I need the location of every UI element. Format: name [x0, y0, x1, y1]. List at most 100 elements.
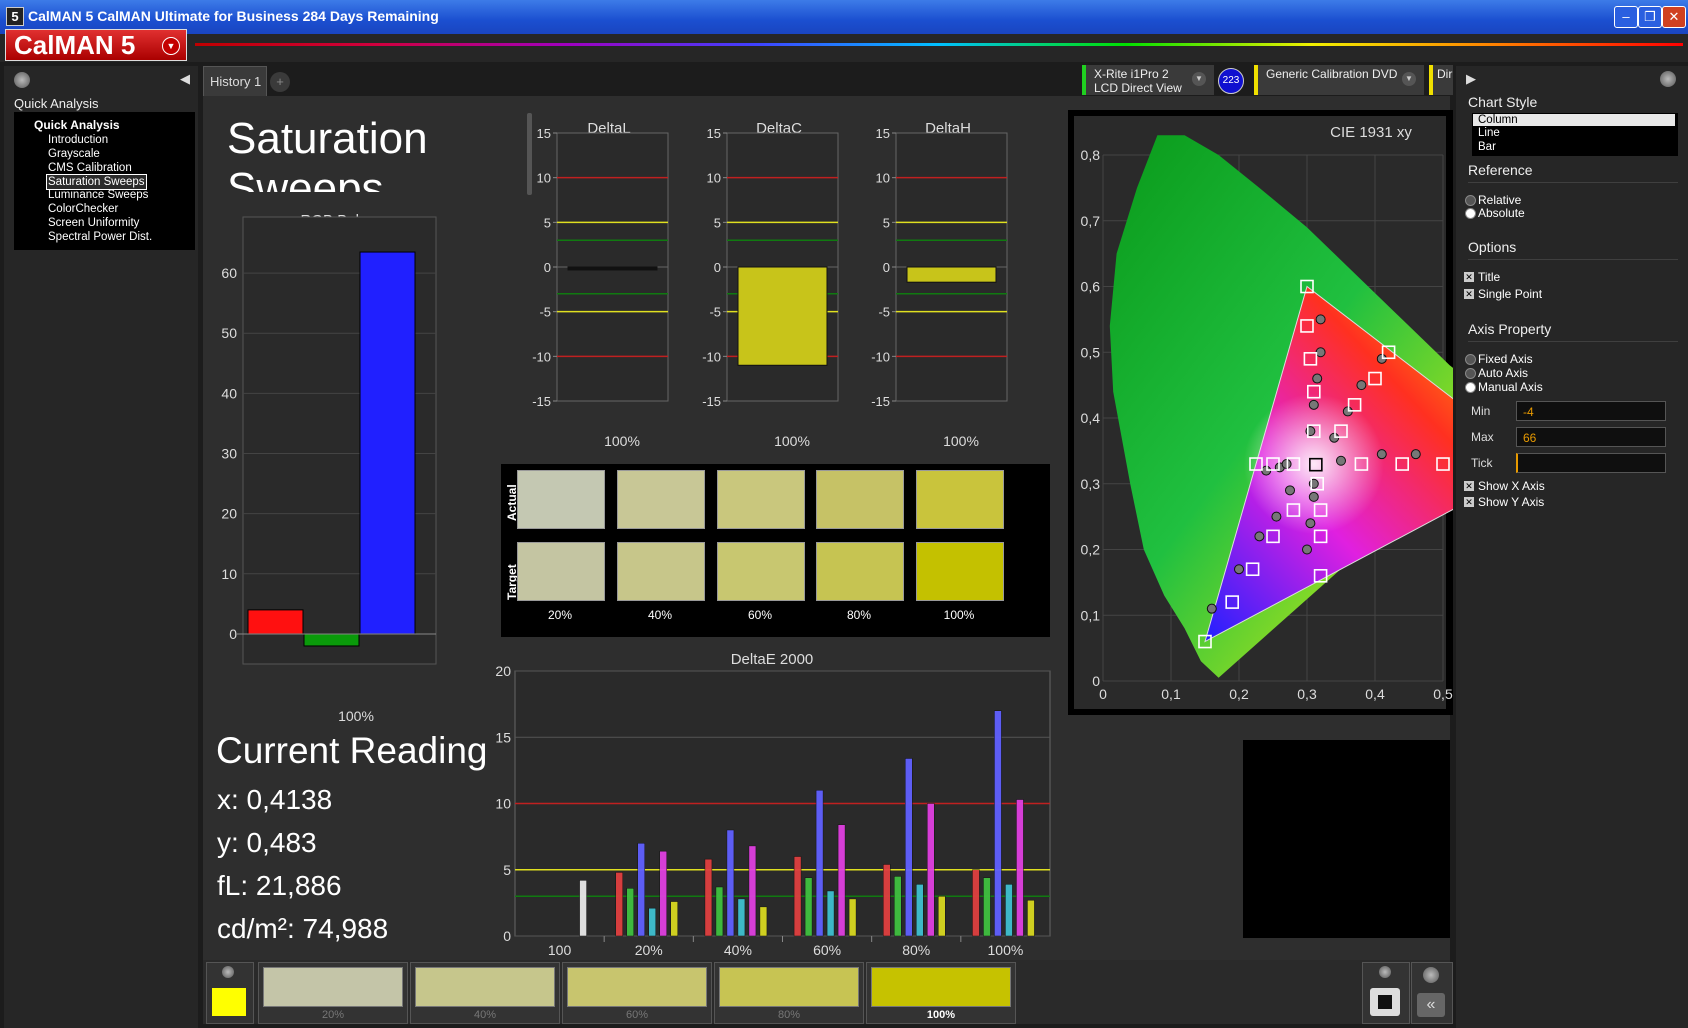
source-selector[interactable]: Generic Calibration DVD ▼	[1254, 65, 1424, 95]
swatch-color	[415, 967, 555, 1007]
swatch-color	[567, 967, 707, 1007]
panel-settings-icon[interactable]	[14, 72, 30, 88]
axis-auto[interactable]: Auto Axis	[1465, 366, 1528, 380]
x-tick-label: 20%	[635, 942, 663, 958]
checkbox-checked-icon: ✕	[1464, 481, 1474, 491]
option-single-point[interactable]: ✕ Single Point	[1464, 287, 1542, 301]
y-tick-label: -5	[878, 305, 890, 320]
style-option-column[interactable]: Column	[1473, 114, 1675, 126]
minimize-button[interactable]: –	[1614, 6, 1638, 28]
nav-item-introduction[interactable]: Introduction	[47, 133, 109, 147]
y-tick-label: -15	[702, 394, 721, 409]
y-tick-label: 0	[229, 626, 237, 642]
nav-panel: «	[1411, 962, 1453, 1024]
min-input[interactable]: -4	[1516, 401, 1666, 421]
radio-icon	[1465, 368, 1476, 379]
show-y-axis[interactable]: ✕ Show Y Axis	[1464, 495, 1544, 509]
show-x-axis[interactable]: ✕ Show X Axis	[1464, 479, 1545, 493]
chart-title: DeltaE 2000	[731, 651, 814, 668]
eject-icon[interactable]	[222, 966, 234, 978]
nav-root[interactable]: Quick Analysis	[34, 118, 120, 132]
bar-red	[247, 609, 304, 635]
deltae-bar-blue	[994, 710, 1002, 937]
window-title: CalMAN 5 CalMAN Ultimate for Business 28…	[28, 8, 439, 24]
eject-icon[interactable]	[1379, 966, 1391, 978]
bottom-swatch-1[interactable]: 20%	[258, 962, 408, 1024]
axis-manual[interactable]: Manual Axis	[1465, 380, 1543, 394]
current-patch-panel	[206, 962, 254, 1024]
close-button[interactable]: ✕	[1662, 6, 1686, 28]
deltae-bar-blue	[815, 790, 824, 937]
max-input[interactable]: 66	[1516, 427, 1666, 447]
deltae-bar-green	[983, 877, 991, 937]
option-title[interactable]: ✕ Title	[1464, 270, 1500, 284]
display-selector[interactable]: Dir	[1429, 65, 1453, 95]
y-tick-label: 0	[503, 928, 511, 944]
nav-item-spectral-power[interactable]: Spectral Power Dist.	[47, 230, 153, 244]
collapse-right-icon[interactable]: ▶	[1466, 71, 1476, 87]
bottom-swatch-3[interactable]: 60%	[562, 962, 712, 1024]
y-tick-label: 10	[495, 796, 511, 812]
deltae-bar-magenta	[837, 824, 846, 937]
y-tick-label: 0,2	[1081, 542, 1101, 558]
y-tick-label: 0,1	[1081, 607, 1101, 623]
measured-point	[1312, 373, 1323, 384]
radio-selected-icon	[1465, 208, 1476, 219]
meter-selector[interactable]: X-Rite i1Pro 2 LCD Direct View ▼	[1082, 65, 1214, 95]
nav-item-grayscale[interactable]: Grayscale	[47, 147, 101, 161]
chevron-down-icon: ▼	[1192, 72, 1206, 86]
restore-button[interactable]: ❐	[1638, 6, 1662, 28]
min-label: Min	[1471, 404, 1491, 418]
y-tick-label: 5	[544, 215, 551, 230]
deltac-chart: DeltaC 100% 151050-5-10-15	[702, 120, 839, 449]
style-option-bar[interactable]: Bar	[1478, 141, 1496, 153]
axis-fixed[interactable]: Fixed Axis	[1465, 352, 1533, 366]
record-icon[interactable]	[1423, 967, 1439, 983]
y-tick-label: -10	[532, 349, 551, 364]
x-tick-label: 80%	[902, 942, 930, 958]
x-tick-label: 60%	[813, 942, 841, 958]
max-label: Max	[1471, 430, 1494, 444]
reference-relative[interactable]: Relative	[1465, 193, 1521, 207]
collapse-left-icon[interactable]: ◀	[180, 71, 190, 87]
scroll-handle[interactable]	[527, 113, 532, 195]
nav-item-luminance-sweeps[interactable]: Luminance Sweeps	[47, 188, 149, 202]
deltae-bar-yellow	[938, 896, 946, 937]
deltae-bar-yellow	[670, 901, 678, 937]
bottom-swatch-5[interactable]: 100%	[866, 962, 1016, 1024]
meter-badge[interactable]: 223	[1218, 68, 1244, 94]
nav-item-cms-calibration[interactable]: CMS Calibration	[47, 161, 133, 175]
add-tab-button[interactable]: +	[270, 72, 290, 92]
deltae-2000-chart: DeltaE 2000 0 5 10 15 20 100 20% 40% 60% 80% 100%	[495, 651, 1051, 958]
swatch-color	[871, 967, 1011, 1007]
divider	[1468, 182, 1678, 183]
swatch-color	[263, 967, 403, 1007]
rewind-button[interactable]: «	[1417, 993, 1445, 1017]
nav-header: Quick Analysis	[14, 96, 99, 111]
tab-history-1[interactable]: History 1	[203, 66, 267, 96]
bottom-swatch-2[interactable]: 40%	[410, 962, 560, 1024]
reference-absolute[interactable]: Absolute	[1465, 206, 1525, 220]
deltae-bar-yellow	[848, 898, 857, 937]
bottom-swatch-4[interactable]: 80%	[714, 962, 864, 1024]
deltae-bar-green	[804, 877, 813, 937]
divider	[1468, 259, 1678, 260]
nav-item-screen-uniformity[interactable]: Screen Uniformity	[47, 216, 140, 230]
brand-menu-button[interactable]: CalMAN 5 ▼	[5, 29, 187, 61]
swatch-actual-4	[816, 470, 904, 529]
tick-input[interactable]	[1516, 453, 1666, 473]
swatch-comparison: Actual Target 20% 40% 60% 80% 100%	[501, 464, 1050, 637]
x-tick-label: 0,1	[1161, 686, 1181, 702]
y-tick-label: -15	[532, 394, 551, 409]
panel-settings-icon[interactable]	[1660, 71, 1676, 87]
brand-name: CalMAN 5	[14, 30, 136, 60]
y-tick-label: 15	[537, 126, 551, 141]
source-name: Generic Calibration DVD	[1266, 67, 1398, 81]
style-option-line[interactable]: Line	[1478, 127, 1500, 139]
deltae-bar-magenta	[1016, 799, 1024, 937]
y-tick-label: 0	[714, 260, 721, 275]
x-axis-label: 100%	[604, 433, 640, 449]
nav-item-colorchecker[interactable]: ColorChecker	[47, 202, 119, 216]
measured-point	[1308, 491, 1319, 502]
stop-button[interactable]	[1370, 988, 1400, 1016]
